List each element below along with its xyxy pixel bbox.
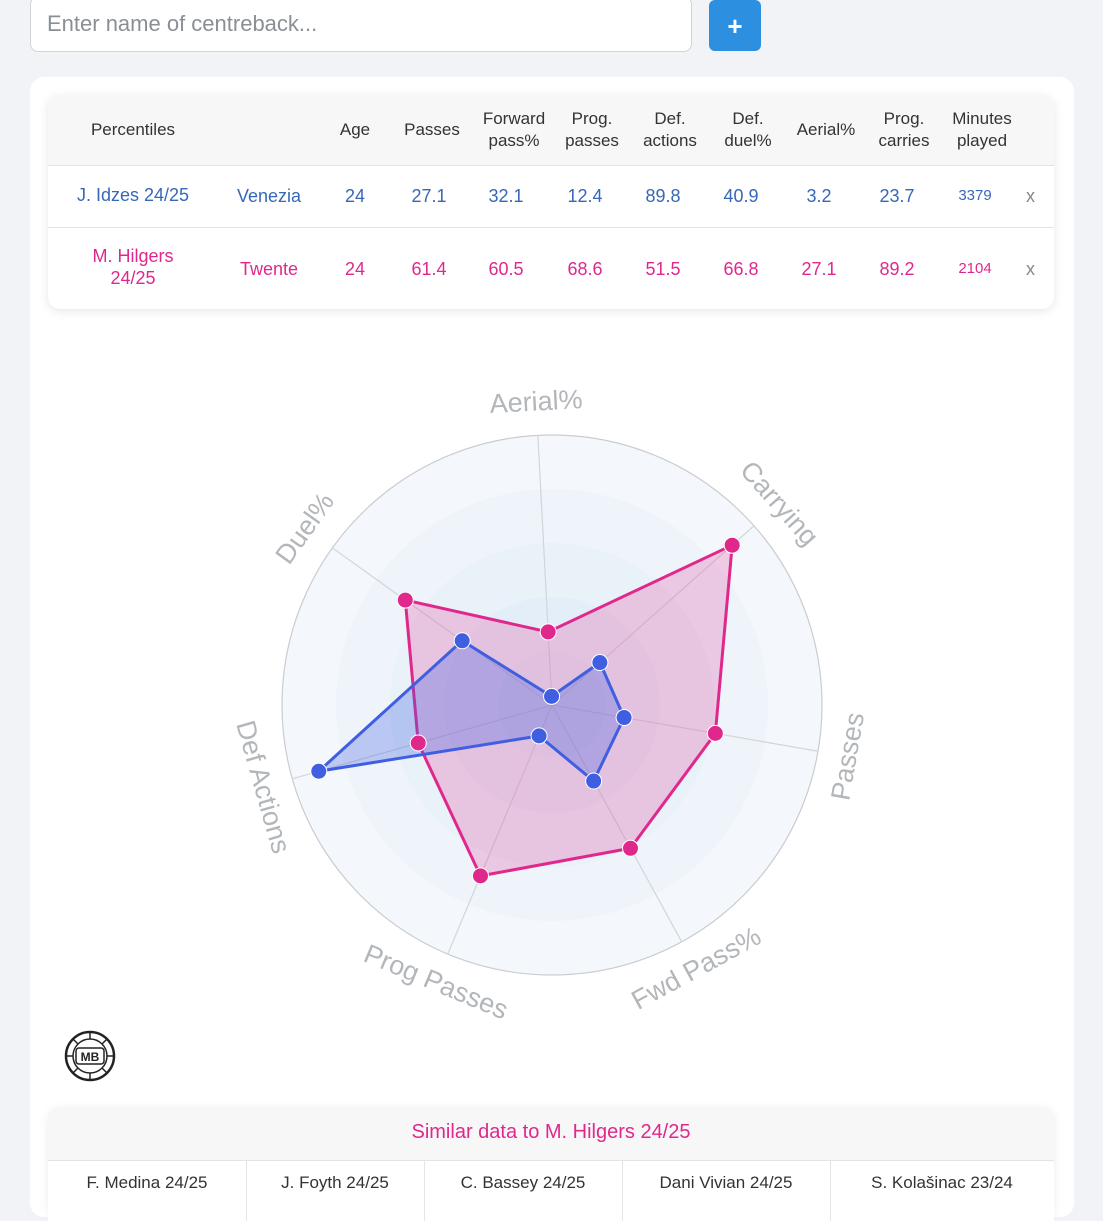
radar-point[interactable]	[621, 839, 639, 857]
mb-logo: MB	[64, 1030, 116, 1082]
radar-point[interactable]	[396, 591, 414, 609]
radar-point[interactable]	[585, 772, 603, 790]
radar-point[interactable]	[530, 727, 548, 745]
similar-players-list: F. Medina 24/25 J. Foyth 24/25 C. Bassey 2…	[48, 1160, 1054, 1221]
radar-chart: Aerial%CarryingPassesFwd Pass%Prog Passe…	[230, 384, 870, 1025]
radar-point[interactable]	[471, 867, 489, 885]
similar-player-item[interactable]: C. Bassey 24/25	[424, 1161, 623, 1221]
radar-axis-label: Passes	[825, 710, 870, 802]
radar-point[interactable]	[591, 654, 609, 672]
similar-player-item[interactable]: F. Medina 24/25	[48, 1161, 247, 1221]
radar-axis-label: Aerial%	[489, 384, 583, 419]
similar-players-card: Similar data to M. Hilgers 24/25 F. Medi…	[48, 1107, 1054, 1221]
similar-player-item[interactable]: Dani Vivian 24/25	[622, 1161, 831, 1221]
radar-point[interactable]	[409, 734, 427, 752]
radar-point[interactable]	[453, 632, 471, 650]
logo-text: MB	[81, 1050, 100, 1064]
radar-point[interactable]	[539, 623, 557, 641]
similar-player-item[interactable]: S. Kolašinac 23/24	[830, 1161, 1054, 1221]
radar-point[interactable]	[723, 536, 741, 554]
radar-point[interactable]	[543, 687, 561, 705]
radar-point[interactable]	[310, 762, 328, 780]
radar-point[interactable]	[615, 709, 633, 727]
similar-title: Similar data to M. Hilgers 24/25	[411, 1121, 691, 1143]
radar-point[interactable]	[706, 724, 724, 742]
similar-player-item[interactable]: J. Foyth 24/25	[246, 1161, 425, 1221]
